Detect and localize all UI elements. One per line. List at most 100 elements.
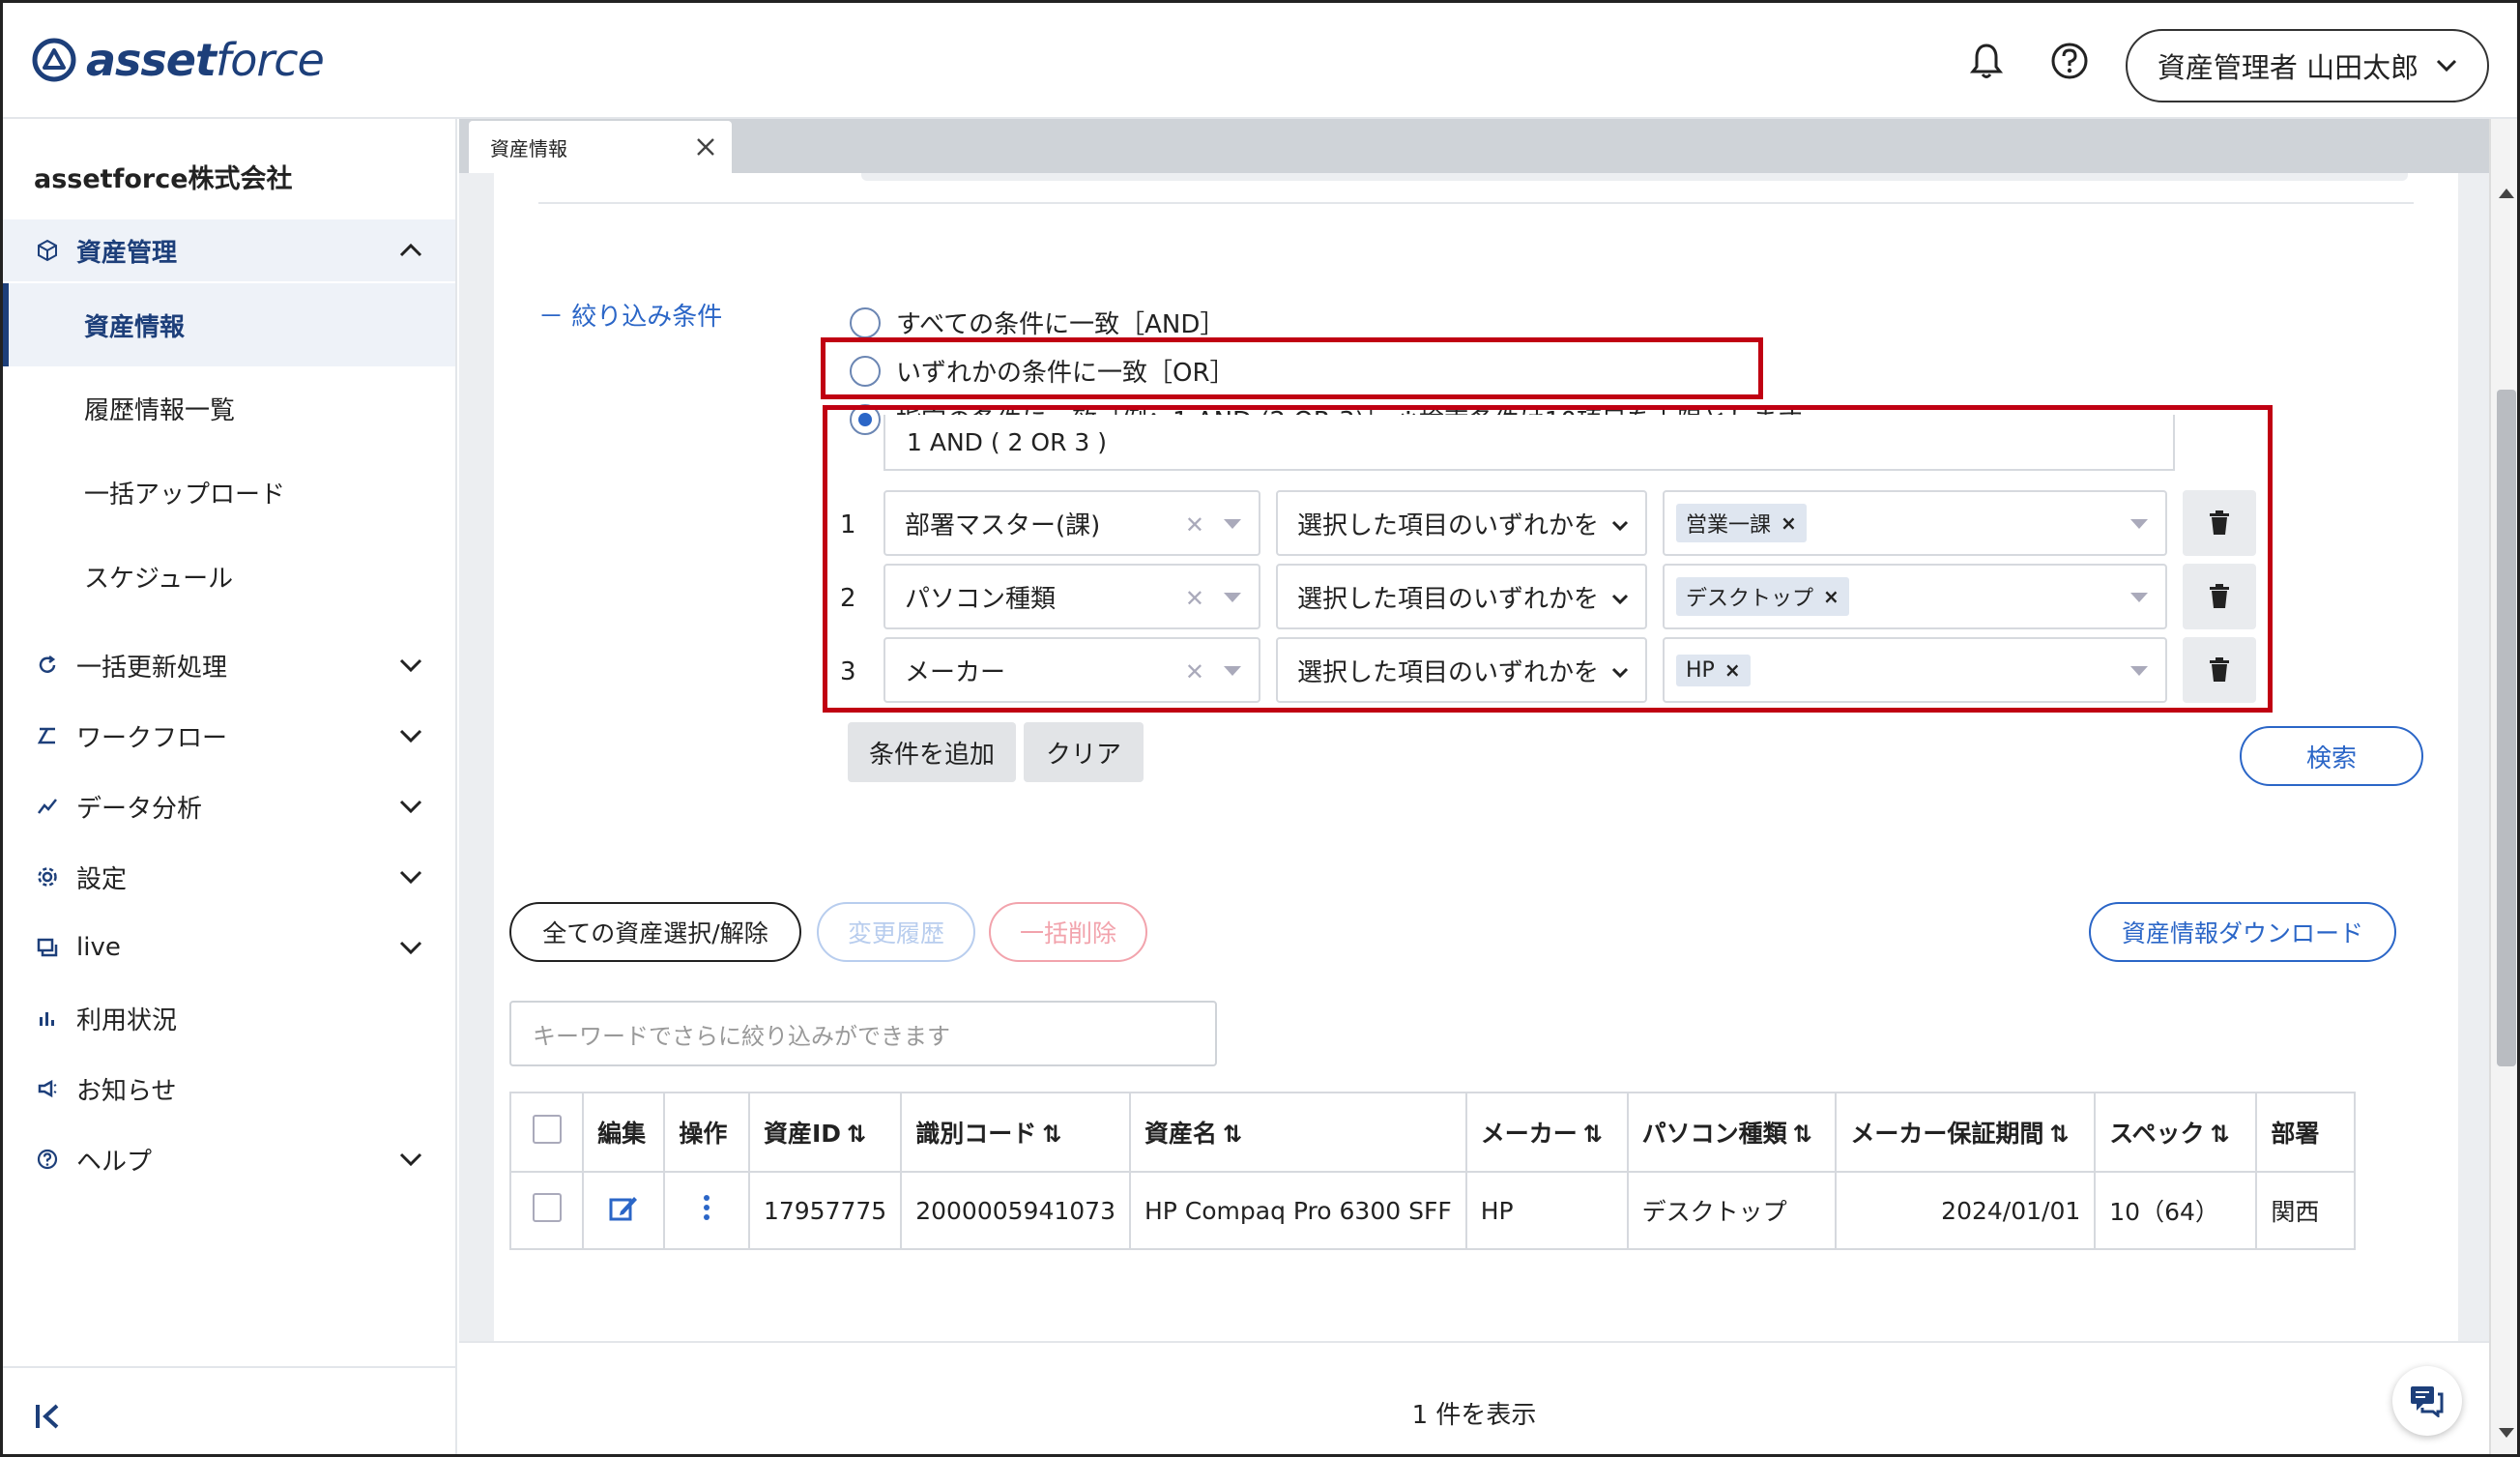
card-top-edge: [861, 173, 2408, 181]
table-row[interactable]: 17957775 2000005941073 HP Compaq Pro 630…: [509, 1171, 2356, 1250]
remove-chip-icon[interactable]: ×: [1781, 511, 1797, 535]
download-button[interactable]: 資産情報ダウンロード: [2089, 902, 2396, 962]
app-window: assetforce 資産管理者 山田太郎 assetforce株式会社 資産管…: [0, 0, 2520, 1457]
tab-asset-info[interactable]: 資産情報: [469, 121, 732, 173]
collapse-sidebar-icon[interactable]: [30, 1397, 69, 1436]
user-menu-button[interactable]: 資産管理者 山田太郎: [2126, 29, 2489, 102]
sidebar-item-notices[interactable]: お知らせ: [3, 1058, 455, 1120]
sidebar-item-usage[interactable]: 利用状況: [3, 987, 455, 1049]
select-value: 選択した項目のいずれかを: [1297, 510, 1600, 540]
sidebar-item-label: 設定: [76, 864, 128, 894]
column-header-sortable[interactable]: 資産ID ⇅: [747, 1092, 903, 1173]
sidebar-item-schedule[interactable]: スケジュール: [3, 535, 455, 618]
scroll-down-arrow[interactable]: [2499, 1428, 2514, 1438]
change-history-button[interactable]: 変更履歴: [817, 902, 975, 962]
condition-operator-select[interactable]: 選択した項目のいずれかを: [1276, 637, 1647, 703]
sidebar-item-bulk-upload[interactable]: 一括アップロード: [3, 451, 455, 534]
clear-icon[interactable]: ✕: [1185, 511, 1204, 539]
sort-icon[interactable]: ⇅: [847, 1121, 866, 1148]
value-chip: HP ×: [1676, 654, 1751, 686]
filter-toggle[interactable]: － 絞り込み条件: [538, 297, 722, 333]
sort-icon[interactable]: ⇅: [1793, 1121, 1812, 1148]
action-cell: [663, 1171, 750, 1250]
vertical-scrollbar[interactable]: [2489, 119, 2517, 1454]
cell-spec: 10（64）: [2094, 1171, 2258, 1250]
sidebar-item-live[interactable]: live: [3, 917, 455, 978]
chevron-down-icon: [397, 863, 424, 890]
clear-icon[interactable]: ✕: [1185, 585, 1204, 612]
asset-table-wrapper: 編集 操作 資産ID ⇅ 識別コード ⇅ 資産名 ⇅ メーカー ⇅ パソコン種類 ⇅ メー…: [509, 1092, 2356, 1252]
column-header: 操作: [663, 1092, 750, 1173]
condition-field-select[interactable]: 部署マスター(課) ✕: [883, 490, 1260, 556]
column-header-sortable[interactable]: メーカー保証期間 ⇅: [1835, 1092, 2097, 1173]
select-all-checkbox[interactable]: [532, 1115, 562, 1144]
edit-icon[interactable]: [609, 1194, 638, 1221]
bell-icon[interactable]: [1965, 40, 2008, 82]
sidebar-item-data-analysis[interactable]: データ分析: [3, 775, 455, 837]
condition-operator-select[interactable]: 選択した項目のいずれかを: [1276, 564, 1647, 629]
bulk-delete-button[interactable]: 一括削除: [989, 902, 1147, 962]
close-icon[interactable]: [693, 134, 718, 160]
condition-expression-input[interactable]: 1 AND ( 2 OR 3 ): [883, 415, 2175, 471]
remove-chip-icon[interactable]: ×: [1823, 585, 1839, 608]
condition-field-select[interactable]: メーカー ✕: [883, 637, 1260, 703]
condition-field-select[interactable]: パソコン種類 ✕: [883, 564, 1260, 629]
condition-value-select[interactable]: デスクトップ ×: [1663, 564, 2167, 629]
clear-button[interactable]: クリア: [1024, 722, 1144, 782]
row-checkbox[interactable]: [532, 1193, 562, 1222]
trash-icon: [2210, 657, 2229, 682]
add-condition-button[interactable]: 条件を追加: [848, 722, 1016, 782]
delete-condition-button[interactable]: [2183, 637, 2256, 703]
delete-condition-button[interactable]: [2183, 490, 2256, 556]
delete-condition-button[interactable]: [2183, 564, 2256, 629]
cell-pc-type: デスクトップ: [1626, 1171, 1838, 1250]
sort-icon[interactable]: ⇅: [2211, 1121, 2230, 1148]
scroll-up-arrow[interactable]: [2499, 189, 2514, 198]
condition-number: 2: [840, 584, 856, 613]
column-header-sortable[interactable]: 資産名 ⇅: [1128, 1092, 1467, 1173]
column-header-sortable[interactable]: メーカー ⇅: [1464, 1092, 1629, 1173]
help-circle-icon[interactable]: [2048, 40, 2091, 82]
keyword-input[interactable]: キーワードでさらに絞り込みができます: [509, 1001, 1217, 1066]
sort-icon[interactable]: ⇅: [1223, 1121, 1242, 1148]
radio-and[interactable]: すべての条件に一致［AND］: [850, 305, 1225, 340]
cell-warranty: 2024/01/01: [1835, 1171, 2097, 1250]
app-logo[interactable]: assetforce: [32, 34, 325, 86]
sidebar-item-workflow[interactable]: ワークフロー: [3, 705, 455, 767]
scroll-thumb[interactable]: [2497, 390, 2516, 1066]
condition-number: 1: [840, 510, 856, 539]
more-vertical-icon[interactable]: [702, 1194, 711, 1221]
condition-operator-select[interactable]: 選択した項目のいずれかを: [1276, 490, 1647, 556]
sidebar-divider: [3, 1366, 455, 1368]
company-name: assetforce株式会社: [34, 164, 293, 194]
radio-label: すべての条件に一致［AND］: [896, 310, 1226, 339]
sidebar-item-asset-info[interactable]: 資産情報: [3, 283, 455, 366]
sidebar-group-asset-management[interactable]: 資産管理: [3, 219, 455, 281]
user-name: 資産管理者 山田太郎: [2157, 51, 2419, 84]
clear-icon[interactable]: ✕: [1185, 658, 1204, 685]
sidebar-item-bulk-update[interactable]: 一括更新処理: [3, 634, 455, 696]
sidebar-item-help[interactable]: ヘルプ: [3, 1128, 455, 1190]
caret-down-icon: [2130, 666, 2148, 676]
radio-button[interactable]: [850, 306, 881, 338]
remove-chip-icon[interactable]: ×: [1724, 658, 1741, 682]
sort-icon[interactable]: ⇅: [1583, 1121, 1603, 1148]
chevron-down-icon: [397, 1146, 424, 1173]
sidebar-item-settings[interactable]: 設定: [3, 846, 455, 908]
column-header-sortable[interactable]: スペック ⇅: [2094, 1092, 2258, 1173]
trash-icon: [2210, 510, 2229, 535]
column-header-sortable[interactable]: 識別コード ⇅: [900, 1092, 1131, 1173]
column-header-sortable[interactable]: パソコン種類 ⇅: [1626, 1092, 1838, 1173]
chevron-down-icon: [1611, 594, 1629, 605]
edit-cell: [582, 1171, 666, 1250]
chat-support-button[interactable]: [2392, 1366, 2462, 1436]
search-button[interactable]: 検索: [2240, 726, 2423, 786]
sort-icon[interactable]: ⇅: [1042, 1121, 1061, 1148]
sort-icon[interactable]: ⇅: [2049, 1121, 2069, 1148]
select-all-button[interactable]: 全ての資産選択/解除: [509, 902, 801, 962]
column-label: 資産名: [1144, 1120, 1217, 1148]
sidebar-item-history-list[interactable]: 履歴情報一覧: [3, 366, 455, 450]
condition-value-select[interactable]: 営業一課 ×: [1663, 490, 2167, 556]
condition-value-select[interactable]: HP ×: [1663, 637, 2167, 703]
chevron-down-icon: [397, 652, 424, 679]
